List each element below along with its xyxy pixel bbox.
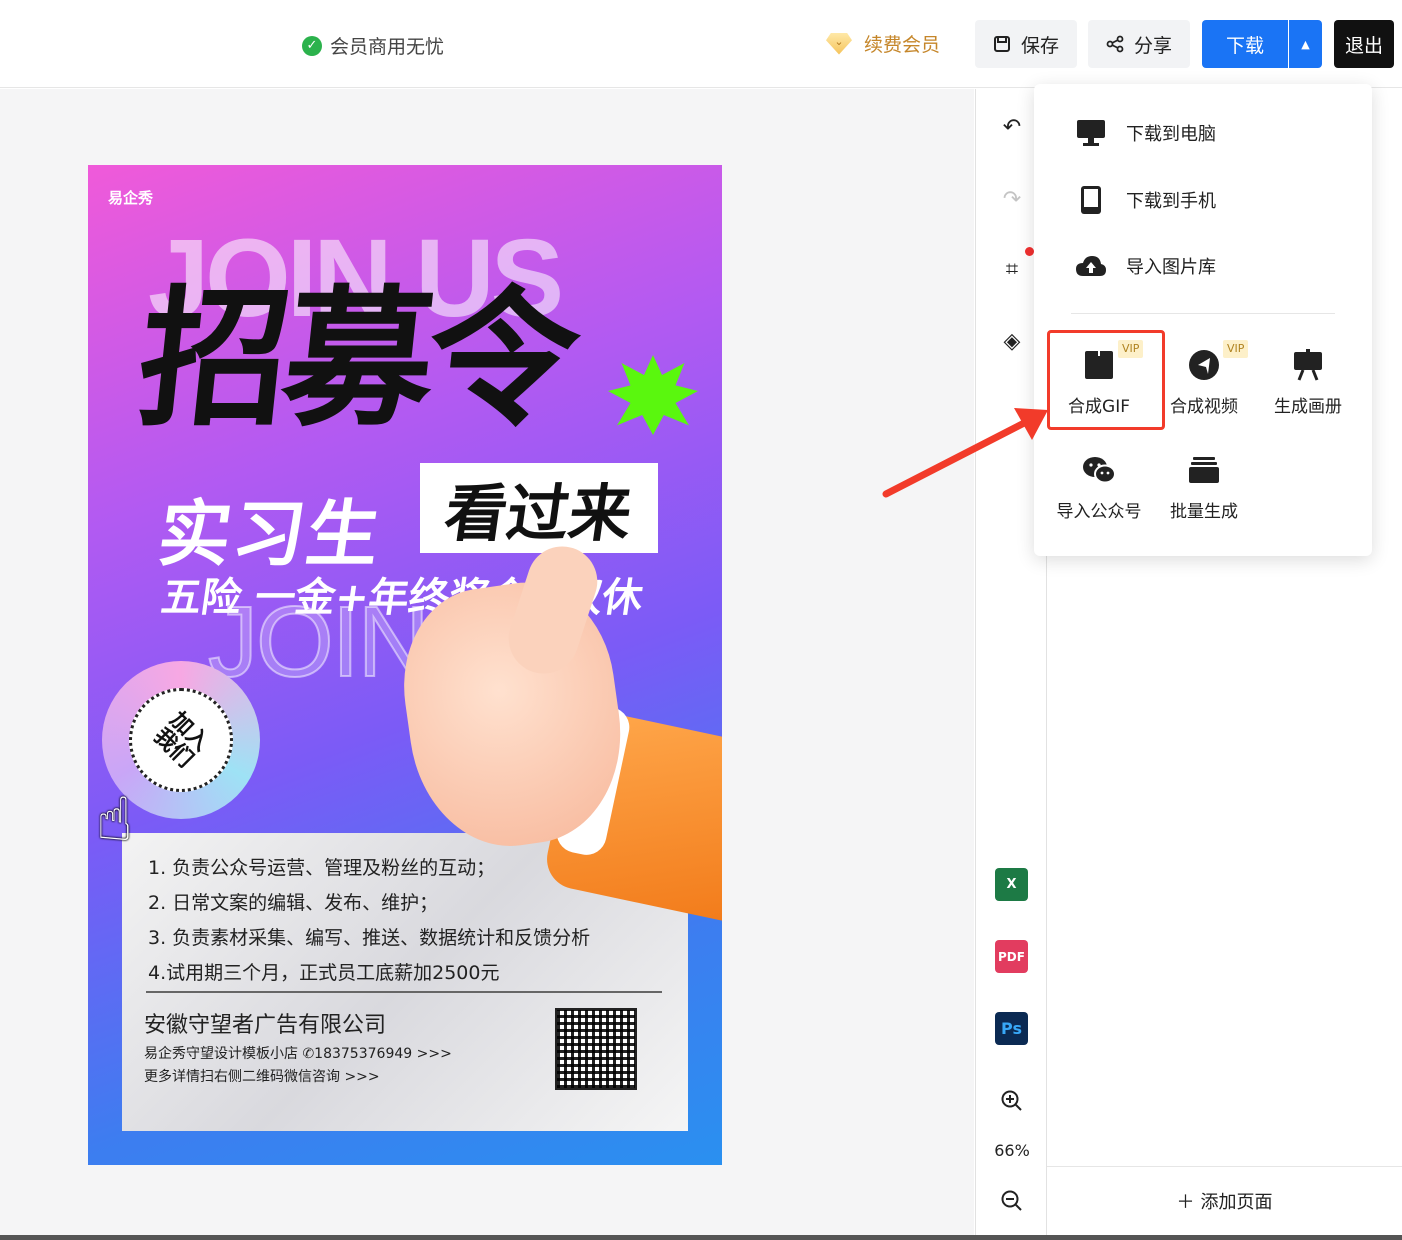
menu-item-make-album[interactable]: 生成画册 [1256,348,1360,417]
save-icon [993,36,1010,52]
design-canvas[interactable]: 易企秀 JOIN US JOIN US 招募令 实习生 看过来 五险 一金+年终… [0,89,974,1235]
share-icon [1106,35,1124,53]
zoom-in-button[interactable] [994,1083,1030,1119]
add-page-label: 添加页面 [1200,1192,1273,1213]
top-bar: ✓ 会员商用无忧 ⌄ 续费会员 保存 分享 下载 ▲ 退出 [0,0,1402,88]
easel-icon [1291,348,1325,382]
menu-item-label: 生成画册 [1274,397,1342,417]
save-button[interactable]: 保存 [975,20,1077,68]
menu-item-make-video[interactable]: 合成视频 [1152,348,1256,417]
duty-line: 1. 负责公众号运营、管理及粉丝的互动； [148,857,496,879]
ps-export-button[interactable]: Ps [995,1012,1028,1045]
menu-separator [1071,313,1335,314]
poster-subtitle-box: 看过来 [420,463,658,553]
member-status: ✓ 会员商用无忧 [302,32,444,59]
exit-label: 退出 [1344,34,1383,57]
phone-icon [1074,183,1108,217]
poster-title: 招募令 [130,273,582,447]
excel-export-button[interactable]: X [995,868,1028,901]
download-label: 下载 [1225,34,1264,57]
renew-member-link[interactable]: ⌄ 续费会员 [826,30,940,57]
duty-line: 4.试用期三个月，正式员工底薪加2500元 [148,962,500,984]
member-status-text: 会员商用无忧 [330,36,445,58]
exit-button[interactable]: 退出 [1334,20,1394,68]
plus-icon: ＋ [1176,1192,1195,1213]
download-button[interactable]: 下载 [1202,20,1288,68]
add-page-button[interactable]: ＋ 添加页面 [1047,1166,1402,1235]
poster-subtitle-right: 看过来 [440,477,637,550]
ps-icon: Ps [1001,1019,1022,1038]
duty-line: 3. 负责素材采集、编写、推送、数据统计和反馈分析 [148,927,591,949]
zoom-in-icon [1001,1090,1022,1111]
menu-item-download-pc[interactable]: 下载到电脑 [1074,116,1216,150]
pdf-icon: PDF [998,949,1025,964]
menu-item-label: 批量生成 [1170,502,1238,522]
play-circle-icon [1187,348,1221,382]
download-dropdown-toggle[interactable]: ▲ [1289,20,1322,68]
check-circle-icon: ✓ [302,35,322,56]
wechat-icon [1082,453,1116,487]
zoom-level: 66% [994,1141,1030,1160]
menu-item-import-library[interactable]: 导入图片库 [1074,249,1216,283]
share-label: 分享 [1133,34,1172,57]
zoom-out-icon [1001,1190,1022,1211]
annotation-arrow-icon [882,408,1048,498]
zoom-out-button[interactable] [994,1183,1030,1219]
pdf-export-button[interactable]: PDF [995,940,1028,973]
crop-button[interactable]: ⌗ [994,247,1034,287]
menu-item-label: 下载到电脑 [1126,124,1216,145]
menu-item-label: 合成视频 [1170,397,1238,417]
notification-dot [1025,247,1034,256]
green-burst-shape [608,355,698,435]
cloud-upload-icon [1074,249,1108,283]
redo-icon: ↷ [1002,186,1022,212]
bottom-edge [0,1235,1402,1240]
renew-member-label: 续费会员 [864,34,941,56]
stack-icon [1187,453,1221,487]
undo-button[interactable]: ↶ [994,109,1030,145]
undo-icon: ↶ [1002,114,1022,140]
excel-icon: X [1006,877,1017,892]
layers-icon: ◈ [1003,328,1021,354]
contact-line: 易企秀守望设计模板小店 ✆18375376949 >>> [144,1046,452,1062]
poster[interactable]: 易企秀 JOIN US JOIN US 招募令 实习生 看过来 五险 一金+年终… [88,165,722,1165]
share-button[interactable]: 分享 [1088,20,1190,68]
redo-button[interactable]: ↷ [994,181,1030,217]
caret-up-icon: ▲ [1301,37,1310,51]
poster-logo: 易企秀 [108,189,154,207]
vip-badge: VIP [1223,340,1249,358]
download-menu: 下载到电脑 下载到手机 导入图片库 合成GIF VIP 合成视频 VIP 生成画… [1034,84,1372,556]
join-badge-inner: 加入我们 [129,688,233,792]
monitor-icon [1074,116,1108,150]
qr-hint-line: 更多详情扫右侧二维码微信咨询 >>> [144,1069,380,1085]
layers-button[interactable]: ◈ [994,323,1030,359]
pointer-hand-icon: ☝ [96,785,133,855]
save-label: 保存 [1020,34,1059,57]
menu-item-label: 导入图片库 [1126,257,1216,278]
menu-item-label: 下载到手机 [1126,191,1216,212]
diamond-icon: ⌄ [826,32,852,55]
crop-icon: ⌗ [1005,256,1019,282]
join-badge-text: 加入我们 [148,707,214,773]
company-name: 安徽守望者广告有限公司 [144,1013,387,1038]
card-divider [146,991,662,993]
qr-code [555,1008,637,1090]
duty-line: 2. 日常文案的编辑、发布、维护； [148,892,439,914]
menu-item-batch-generate[interactable]: 批量生成 [1152,453,1256,522]
menu-item-download-phone[interactable]: 下载到手机 [1074,183,1216,217]
